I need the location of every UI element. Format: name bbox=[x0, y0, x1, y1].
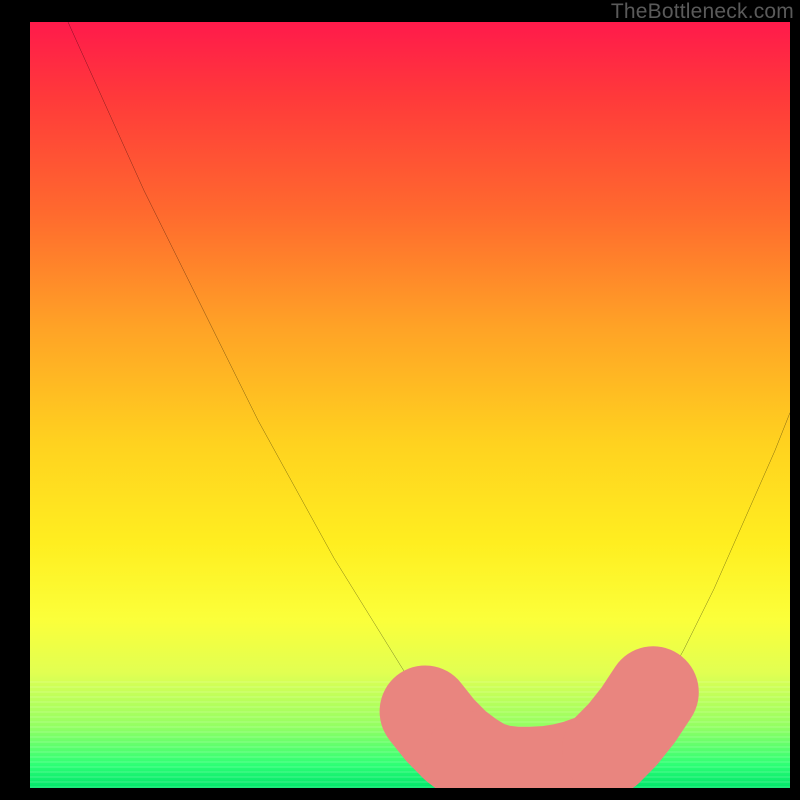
chart-frame: TheBottleneck.com bbox=[0, 0, 800, 800]
curve-svg bbox=[30, 22, 790, 788]
watermark-text: TheBottleneck.com bbox=[611, 0, 794, 24]
plot-area bbox=[30, 22, 790, 788]
highlight-group bbox=[425, 692, 653, 772]
highlight-right-arm bbox=[608, 692, 654, 749]
